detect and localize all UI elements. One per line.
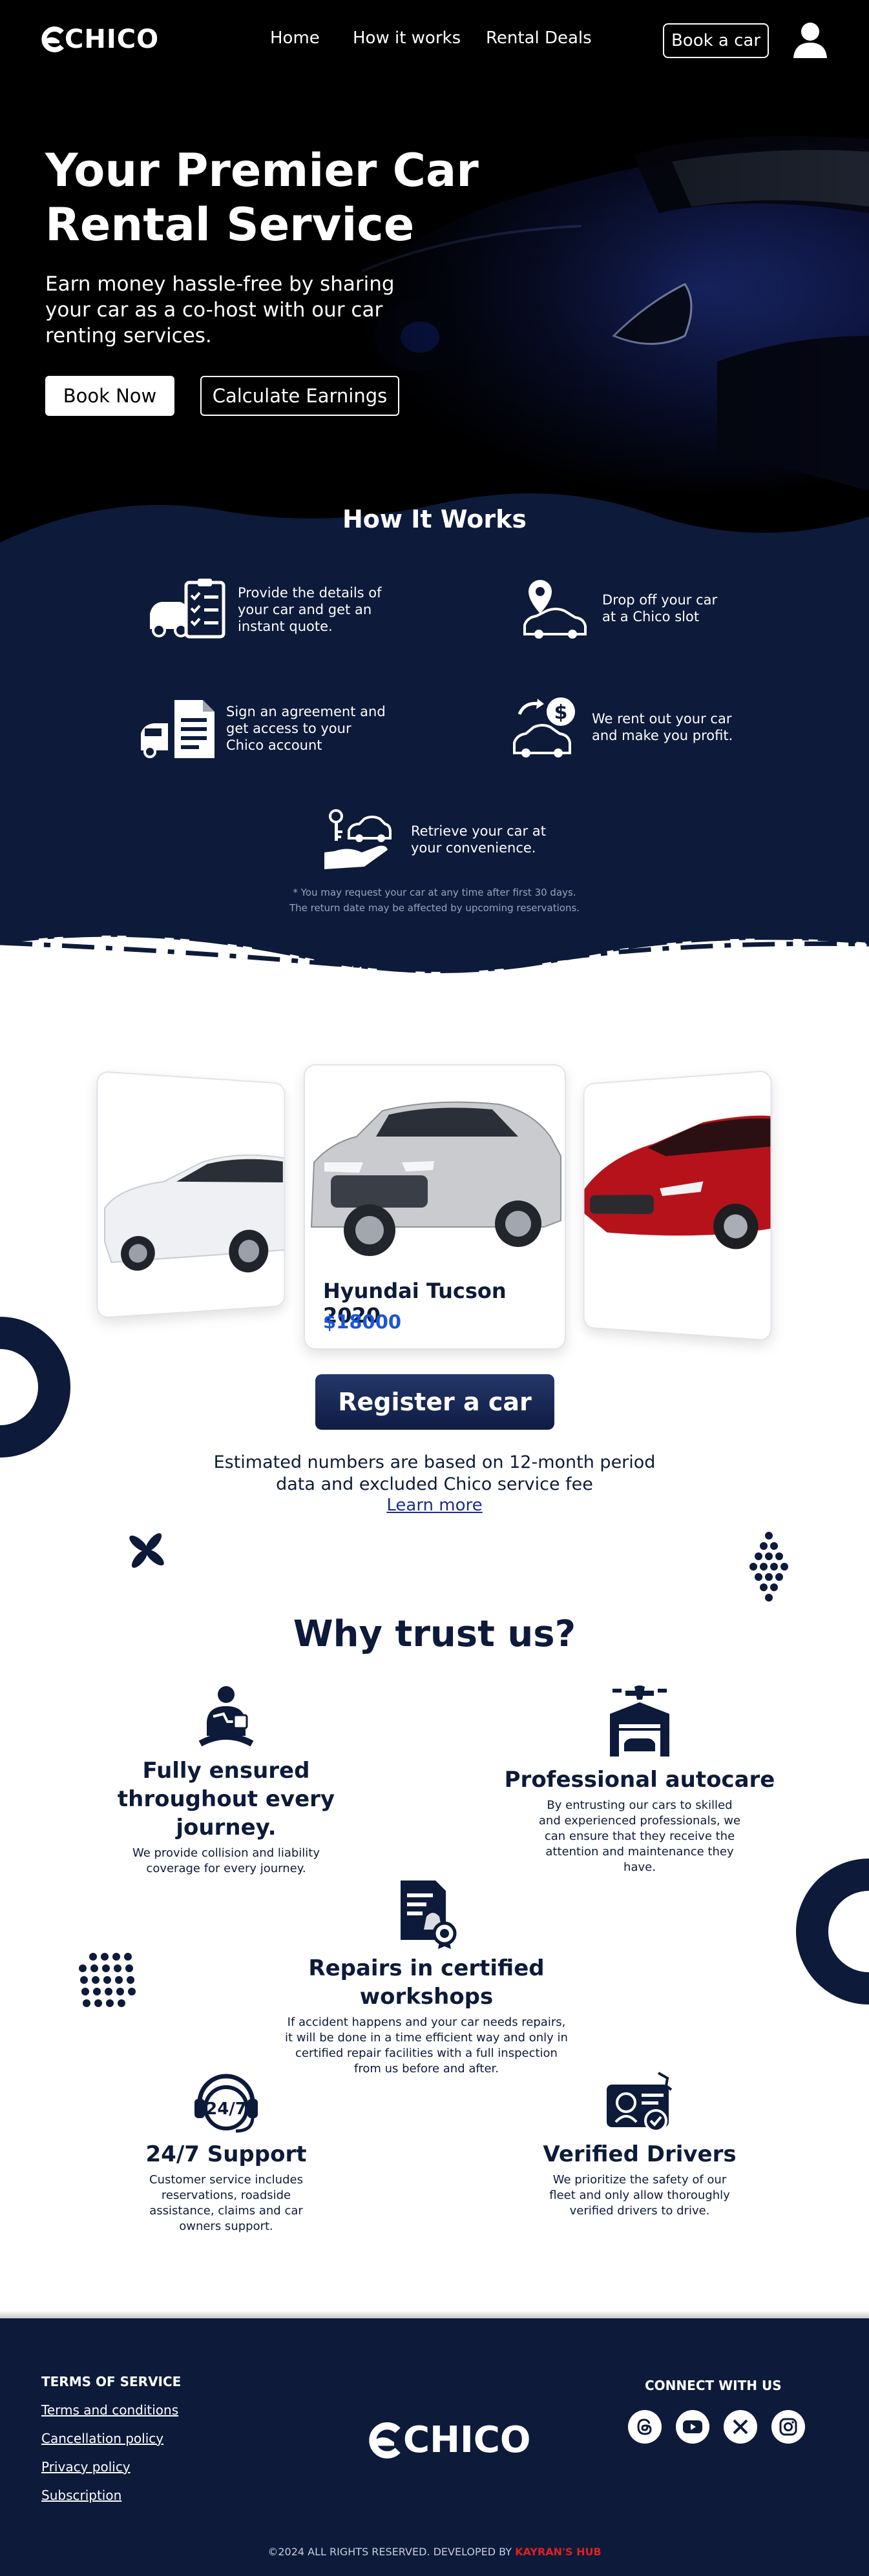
insured-person-icon [198, 1686, 254, 1747]
dot-grid-decoration [79, 1953, 136, 2007]
privacy-policy-link[interactable]: Privacy policy [41, 2459, 131, 2475]
svg-text:$: $ [554, 701, 568, 724]
calculate-earnings-button[interactable]: Calculate Earnings [200, 376, 399, 416]
red-sedan-car-image [584, 1071, 772, 1342]
brand-name: CHICO [65, 25, 160, 54]
register-a-car-button[interactable]: Register a car [315, 1374, 554, 1430]
footer-brand-logo[interactable]: CHICO [367, 2419, 531, 2461]
learn-more-link[interactable]: Learn more [0, 1496, 869, 1515]
how-step-5-text: Retrieve your car at your convenience. [411, 823, 546, 856]
youtube-icon [683, 2420, 702, 2433]
how-it-works-title: How It Works [342, 505, 527, 533]
how-step-1-text: Provide the details of your car and get … [238, 585, 382, 634]
how-step-3: Sign an agreement and get access to your… [138, 696, 388, 761]
feature-insured: Fully ensured throughout every journey. … [90, 1684, 362, 1877]
location-car-icon [523, 580, 587, 639]
why-trust-us-title: Why trust us? [293, 1613, 576, 1655]
copyright-label: ©2024 ALL RIGHTS RESERVED. DEVELOPED BY [267, 2546, 512, 2558]
terms-of-service-heading: TERMS OF SERVICE [41, 2374, 182, 2389]
footer-brand-name: CHICO [403, 2419, 531, 2461]
threads-link[interactable] [628, 2410, 662, 2444]
agreement-document-icon [141, 700, 215, 758]
key-hand-car-icon [324, 809, 392, 869]
nav-home-link[interactable]: Home [270, 28, 320, 48]
site-footer: TERMS OF SERVICE Terms and conditions Ca… [0, 2318, 869, 2576]
top-nav: CHICO Home How it works Rental Deals Boo… [0, 0, 869, 77]
how-step-4: $ We rent out your car and make you prof… [512, 695, 747, 759]
feature-support-desc: Customer service includes reservations, … [149, 2173, 303, 2233]
brand-logo[interactable]: CHICO [40, 23, 159, 56]
developer-name[interactable]: KAYRAN'S HUB [515, 2546, 602, 2558]
feature-insured-title: Fully ensured throughout every journey. [117, 1758, 335, 1840]
feature-verified-desc: We prioritize the safety of our fleet an… [549, 2173, 730, 2218]
propeller-decoration [129, 1533, 164, 1568]
car-card-right[interactable] [583, 1069, 772, 1342]
book-a-car-button[interactable]: Book a car [663, 23, 769, 58]
instagram-link[interactable] [771, 2410, 805, 2444]
how-step-4-text: We rent out your car and make you profit… [592, 711, 733, 743]
feature-verified-title: Verified Drivers [543, 2141, 737, 2167]
feature-autocare-desc: By entrusting our cars to skilled and ex… [538, 1798, 741, 1874]
x-link[interactable] [724, 2410, 757, 2444]
hero-section: CHICO Home How it works Rental Deals Boo… [0, 0, 869, 542]
nav-how-it-works-link[interactable]: How it works [353, 28, 461, 48]
certified-document-icon [401, 1880, 457, 1949]
how-note-line1: * You may request your car at any time a… [293, 887, 576, 898]
how-step-2: Drop off your car at a Chico slot [521, 575, 731, 642]
subscription-link[interactable]: Subscription [41, 2488, 121, 2503]
dot-diamond-decoration [749, 1532, 788, 1602]
how-step-2-text: Drop off your car at a Chico slot [602, 592, 718, 624]
feature-verified: Verified Drivers We prioritize the safet… [504, 2070, 775, 2219]
navy-ring-decoration-left [0, 1317, 70, 1458]
cancellation-policy-link[interactable]: Cancellation policy [41, 2431, 163, 2446]
autocare-garage-icon [610, 1685, 669, 1757]
hero-title: Your Premier Car Rental Service [45, 143, 497, 252]
connect-with-us-heading: CONNECT WITH US [645, 2378, 782, 2393]
hyundai-tucson-car-image [305, 1066, 565, 1266]
hero-title-line1: Your Premier Car [45, 144, 479, 197]
hero-title-line2: Rental Service [45, 198, 415, 251]
terms-and-conditions-link[interactable]: Terms and conditions [41, 2402, 178, 2418]
dashed-road-divider [0, 940, 869, 969]
car-card-left[interactable] [96, 1070, 286, 1319]
feature-autocare: Professional autocare By entrusting our … [504, 1684, 775, 1875]
how-step-3-text: Sign an agreement and get access to your… [226, 704, 386, 753]
feature-support-title: 24/7 Support [145, 2141, 307, 2167]
how-step-5: Retrieve your car at your convenience. [323, 807, 560, 872]
how-note-line2: The return date may be affected by upcom… [289, 902, 580, 914]
how-it-works-section: How It Works Provide the details of your… [0, 478, 869, 994]
feature-repairs-title: Repairs in certified workshops [308, 1955, 545, 2010]
copyright-text: ©2024 ALL RIGHTS RESERVED. DEVELOPED BY … [0, 2546, 869, 2558]
nav-rental-deals-link[interactable]: Rental Deals [486, 28, 592, 48]
feature-repairs: Repairs in certified workshops If accide… [271, 1878, 581, 2077]
book-now-button[interactable]: Book Now [45, 376, 174, 416]
navy-ring-decoration-right [796, 1859, 869, 2004]
svg-text:24/7: 24/7 [205, 2099, 247, 2119]
feature-insured-desc: We provide collision and liability cover… [132, 1846, 320, 1875]
user-account-icon[interactable] [792, 21, 828, 59]
chico-logo-icon [41, 26, 64, 52]
feature-repairs-desc: If accident happens and your car needs r… [285, 2015, 568, 2076]
feature-support: 24/7 24/7 Support Customer service inclu… [90, 2070, 362, 2234]
how-step-1: Provide the details of your car and get … [147, 579, 393, 641]
chico-logo-icon [369, 2422, 401, 2458]
feature-autocare-title: Professional autocare [504, 1767, 775, 1793]
youtube-link[interactable] [676, 2410, 709, 2444]
verified-license-icon [607, 2072, 673, 2132]
estimate-note: Estimated numbers are based on 12-month … [213, 1452, 656, 1494]
car-card-active[interactable]: Hyundai Tucson 2020 $18000 [304, 1064, 566, 1350]
car-money-icon: $ [513, 697, 575, 757]
active-car-price: $18000 [323, 1311, 402, 1333]
instagram-icon [779, 2418, 797, 2436]
support-24-7-icon: 24/7 [194, 2074, 258, 2133]
x-icon [733, 2419, 748, 2435]
threads-icon [637, 2418, 652, 2435]
white-tesla-car-image [98, 1072, 286, 1319]
car-checklist-icon [150, 579, 225, 639]
hero-subtitle: Earn money hassle-free by sharing your c… [45, 273, 395, 347]
how-footnote: * You may request your car at any time a… [0, 885, 869, 916]
